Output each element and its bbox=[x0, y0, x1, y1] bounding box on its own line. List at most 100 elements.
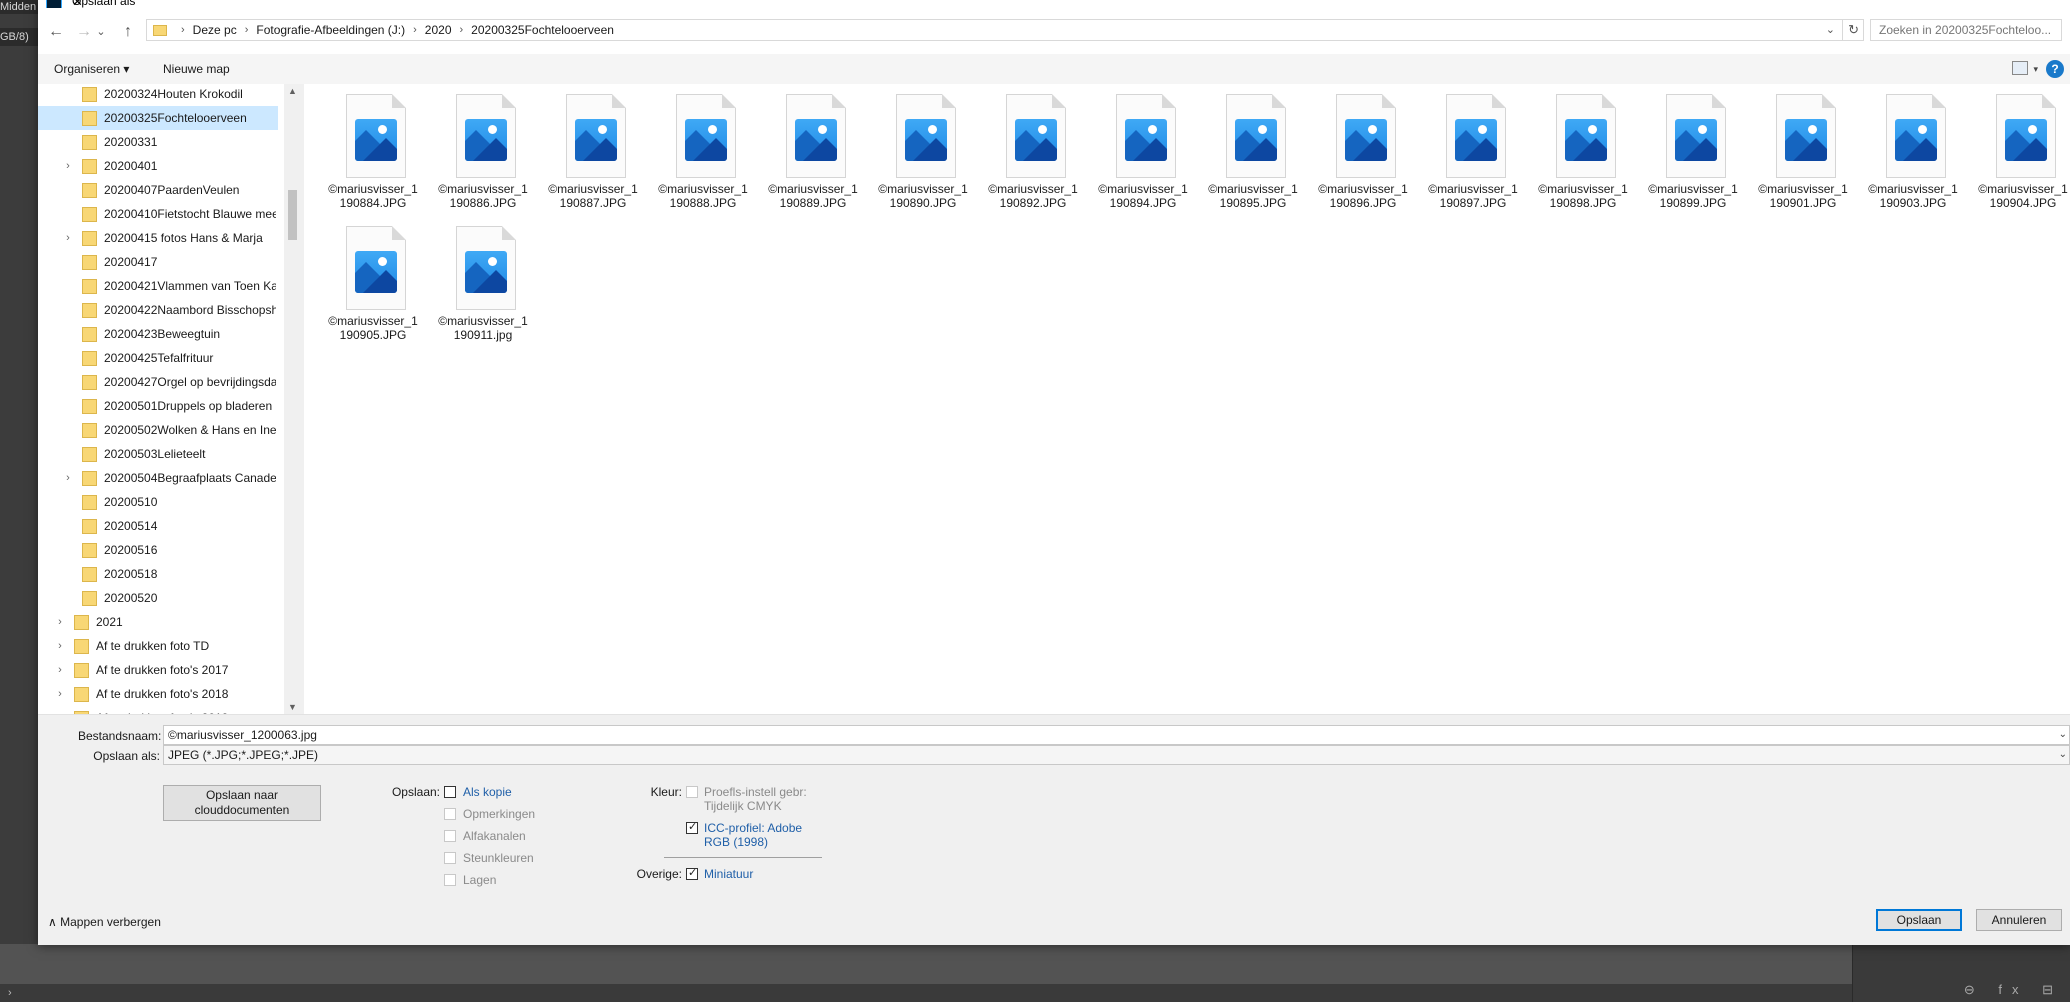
spot-colors-checkbox[interactable] bbox=[444, 852, 456, 864]
organize-button[interactable]: Organiseren ▾ bbox=[54, 54, 129, 84]
expand-chevron-icon[interactable]: › bbox=[63, 472, 73, 484]
search-input[interactable]: Zoeken in 20200325Fochteloo... bbox=[1870, 19, 2062, 41]
tree-item[interactable]: 20200407PaardenVeulen bbox=[38, 178, 278, 202]
file-item[interactable]: ©mariusvisser_1 190895.JPG bbox=[1198, 84, 1304, 214]
tree-item[interactable]: › 20200401 bbox=[38, 154, 278, 178]
refresh-icon[interactable]: ↻ bbox=[1842, 20, 1859, 40]
tree-item[interactable]: 20200331 bbox=[38, 130, 278, 154]
as-copy-checkbox[interactable] bbox=[444, 786, 456, 798]
notes-checkbox[interactable] bbox=[444, 808, 456, 820]
tree-item[interactable]: › Af te drukken foto's 2018 bbox=[38, 682, 278, 706]
expand-chevron-icon[interactable]: › bbox=[55, 616, 65, 628]
file-item[interactable]: ©mariusvisser_1 190892.JPG bbox=[978, 84, 1084, 214]
tree-item[interactable]: 20200520 bbox=[38, 586, 278, 610]
save-type-select[interactable]: JPEG (*.JPG;*.JPEG;*.JPE) ⌄ bbox=[163, 745, 2070, 765]
file-item[interactable]: ©mariusvisser_1 190898.JPG bbox=[1528, 84, 1634, 214]
as-copy-label[interactable]: Als kopie bbox=[463, 785, 512, 799]
tree-item[interactable]: 20200516 bbox=[38, 538, 278, 562]
icc-profile-sublabel[interactable]: RGB (1998) bbox=[704, 835, 768, 849]
file-item[interactable]: ©mariusvisser_1 190899.JPG bbox=[1638, 84, 1744, 214]
scrollbar-thumb[interactable] bbox=[288, 190, 297, 240]
tree-item[interactable]: 20200425Tefalfrituur bbox=[38, 346, 278, 370]
expand-chevron-icon[interactable]: › bbox=[55, 688, 65, 700]
tree-item[interactable]: › Af te drukken foto's 2017 bbox=[38, 658, 278, 682]
tree-item[interactable]: › Af te drukken foto TD bbox=[38, 634, 278, 658]
file-item[interactable]: ©mariusvisser_1 190896.JPG bbox=[1308, 84, 1414, 214]
folder-tree-scrollbar[interactable]: ▲ ▼ bbox=[284, 84, 301, 714]
tree-item[interactable]: 20200410Fietstocht Blauwe meer bbox=[38, 202, 278, 226]
document-mode-tab[interactable]: GB/8) bbox=[0, 28, 38, 46]
expand-chevron-icon[interactable]: › bbox=[63, 232, 73, 244]
alpha-channels-checkbox[interactable] bbox=[444, 830, 456, 842]
file-item[interactable]: ©mariusvisser_1 190887.JPG bbox=[538, 84, 644, 214]
expand-chevron-icon[interactable]: › bbox=[55, 640, 65, 652]
tree-item[interactable]: 20200423Beweegtuin bbox=[38, 322, 278, 346]
tree-item[interactable]: 20200514 bbox=[38, 514, 278, 538]
file-item[interactable]: ©mariusvisser_1 190888.JPG bbox=[648, 84, 754, 214]
tree-item[interactable]: 20200518 bbox=[38, 562, 278, 586]
tree-item[interactable]: 20200417 bbox=[38, 250, 278, 274]
tree-item[interactable]: 20200324Houten Krokodil bbox=[38, 84, 278, 106]
breadcrumb-this-pc[interactable]: Deze pc bbox=[193, 23, 237, 37]
tree-item[interactable]: 20200501Druppels op bladeren bbox=[38, 394, 278, 418]
tree-item[interactable]: 20200502Wolken & Hans en Inek bbox=[38, 418, 278, 442]
file-item[interactable]: ©mariusvisser_1 190886.JPG bbox=[428, 84, 534, 214]
tree-item[interactable]: 20200325Fochtelooerveen bbox=[38, 106, 278, 130]
proof-setup-checkbox[interactable] bbox=[686, 786, 698, 798]
file-item[interactable]: ©mariusvisser_1 190889.JPG bbox=[758, 84, 864, 214]
icc-profile-label[interactable]: ICC-profiel: Adobe bbox=[704, 821, 802, 835]
up-arrow-icon[interactable]: ↑ bbox=[116, 20, 140, 44]
hide-folders-toggle[interactable]: ∧ Mappen verbergen bbox=[48, 915, 161, 929]
file-item[interactable]: ©mariusvisser_1 190897.JPG bbox=[1418, 84, 1524, 214]
tree-item[interactable]: › 2021 bbox=[38, 610, 278, 634]
file-item[interactable]: ©mariusvisser_1 190890.JPG bbox=[868, 84, 974, 214]
tree-item[interactable]: 20200503Lelieteelt bbox=[38, 442, 278, 466]
tree-item[interactable]: 20200510 bbox=[38, 490, 278, 514]
chevron-right-icon[interactable]: › bbox=[181, 24, 185, 36]
help-icon[interactable]: ? bbox=[2046, 60, 2064, 78]
view-dropdown-icon[interactable]: ▾ bbox=[2033, 54, 2038, 84]
file-item[interactable]: ©mariusvisser_1 190904.JPG bbox=[1968, 84, 2070, 214]
chevron-right-icon[interactable]: › bbox=[413, 24, 417, 36]
chevron-right-icon[interactable]: › bbox=[245, 24, 249, 36]
scroll-up-icon[interactable]: ▲ bbox=[284, 86, 301, 96]
file-item[interactable]: ©mariusvisser_1 190905.JPG bbox=[318, 216, 424, 346]
file-item[interactable]: ©mariusvisser_1 190911.jpg bbox=[428, 216, 534, 346]
filename-field[interactable]: ©mariusvisser_1200063.jpg ⌄ bbox=[163, 725, 2070, 745]
chevron-down-icon[interactable]: ⌄ bbox=[2059, 726, 2067, 744]
tree-item[interactable]: 20200422Naambord Bisschopshc bbox=[38, 298, 278, 322]
thumbnail-checkbox[interactable] bbox=[686, 866, 698, 880]
status-arrow-icon[interactable]: › bbox=[8, 987, 12, 999]
tree-item[interactable]: › 20200415 fotos Hans & Marja bbox=[38, 226, 278, 250]
new-folder-button[interactable]: Nieuwe map bbox=[163, 54, 230, 84]
view-mode-icon[interactable] bbox=[2012, 61, 2028, 75]
expand-chevron-icon[interactable]: › bbox=[63, 160, 73, 172]
icc-profile-checkbox[interactable] bbox=[686, 820, 698, 834]
forward-arrow-icon[interactable]: → bbox=[72, 20, 96, 44]
address-bar[interactable]: › Deze pc › Fotografie-Afbeeldingen (J:)… bbox=[146, 19, 1864, 41]
breadcrumb-current-folder[interactable]: 20200325Fochtelooerveen bbox=[471, 23, 614, 37]
tree-item[interactable]: 20200421Vlammen van Toen Kalt bbox=[38, 274, 278, 298]
document-tab[interactable]: Midden bbox=[0, 0, 38, 14]
tree-item[interactable]: 20200427Orgel op bevrijdingsdag bbox=[38, 370, 278, 394]
thumbnail-label[interactable]: Miniatuur bbox=[704, 867, 753, 881]
back-arrow-icon[interactable]: ← bbox=[44, 20, 68, 44]
scroll-down-icon[interactable]: ▼ bbox=[284, 702, 301, 712]
save-button[interactable]: Opslaan bbox=[1876, 909, 1962, 931]
breadcrumb-drive[interactable]: Fotografie-Afbeeldingen (J:) bbox=[256, 23, 405, 37]
file-item[interactable]: ©mariusvisser_1 190894.JPG bbox=[1088, 84, 1194, 214]
panel-icons[interactable]: ⊖ fx ⊟ bbox=[1964, 982, 2063, 998]
file-item[interactable]: ©mariusvisser_1 190901.JPG bbox=[1748, 84, 1854, 214]
chevron-down-icon[interactable]: ⌄ bbox=[2059, 746, 2067, 764]
file-item[interactable]: ©mariusvisser_1 190903.JPG bbox=[1858, 84, 1964, 214]
tree-item[interactable]: › 20200504Begraafplaats Canadeze bbox=[38, 466, 278, 490]
layers-checkbox[interactable] bbox=[444, 874, 456, 886]
tree-item[interactable]: ›Af te drukken foto's 2019 bbox=[38, 706, 278, 714]
save-to-cloud-button[interactable]: Opslaan naar clouddocumenten bbox=[163, 785, 321, 821]
chevron-right-icon[interactable]: › bbox=[460, 24, 464, 36]
cancel-button[interactable]: Annuleren bbox=[1976, 909, 2062, 931]
address-dropdown-icon[interactable]: ⌄ bbox=[1826, 20, 1835, 40]
file-item[interactable]: ©mariusvisser_1 190884.JPG bbox=[318, 84, 424, 214]
expand-chevron-icon[interactable]: › bbox=[55, 664, 65, 676]
breadcrumb-year[interactable]: 2020 bbox=[425, 23, 452, 37]
